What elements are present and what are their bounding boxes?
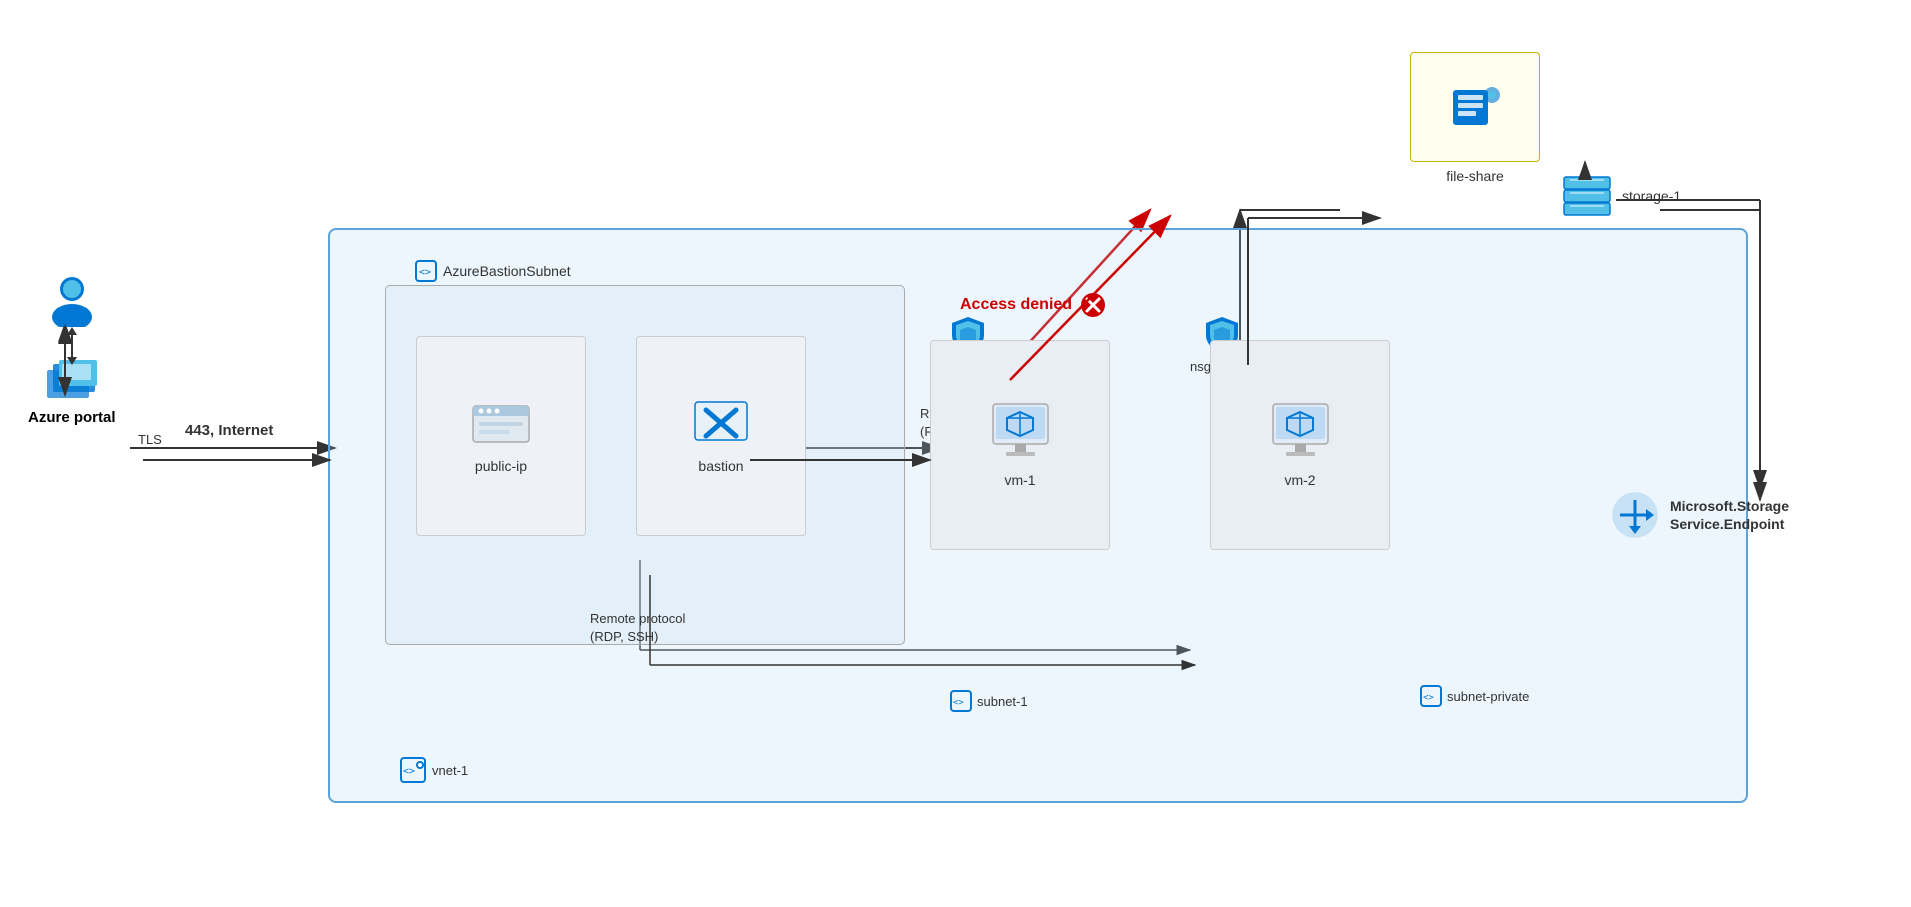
tls-label: TLS <box>138 432 162 447</box>
subnet-private-icon: <> <box>1420 685 1442 707</box>
subnet-private-label: subnet-private <box>1447 689 1529 704</box>
file-share-icon <box>1448 85 1503 130</box>
svg-text:<>: <> <box>403 766 415 777</box>
svg-text:<>: <> <box>953 698 964 708</box>
public-ip-box: public-ip <box>416 336 586 536</box>
service-endpoint-icon <box>1610 490 1660 540</box>
storage-section: storage-1 <box>1562 175 1681 217</box>
access-denied-section: Access denied <box>960 292 1106 318</box>
subnet-1-icon: <> <box>950 690 972 712</box>
vm-2-icon <box>1268 402 1333 462</box>
storage-label: storage-1 <box>1622 188 1681 204</box>
bastion-subnet-box: public-ip bastion <box>385 285 905 645</box>
file-share-box <box>1410 52 1540 162</box>
remote-protocol-label-2: Remote protocol (RDP, SSH) <box>590 610 685 646</box>
access-denied-label: Access denied <box>960 296 1072 314</box>
vm-2-label: vm-2 <box>1284 472 1315 488</box>
svg-text:<>: <> <box>1423 693 1434 703</box>
diagram-container: Azure portal TLS 443, Internet <> AzureB… <box>0 0 1911 907</box>
azure-portal-label: Azure portal <box>28 409 116 426</box>
vm-1-icon <box>988 402 1053 462</box>
public-ip-label: public-ip <box>475 458 527 474</box>
vnet-1-label: vnet-1 <box>432 763 468 778</box>
bastion-box: bastion <box>636 336 806 536</box>
azurebastion-subnet-icon: <> <box>415 260 437 282</box>
bastion-subnet-label: <> AzureBastionSubnet <box>415 260 571 282</box>
service-endpoint-label2: Service.Endpoint <box>1670 515 1789 533</box>
subnet-1-label: subnet-1 <box>977 694 1028 709</box>
bastion-label: bastion <box>698 458 743 474</box>
service-endpoint-label: Microsoft.Storage <box>1670 497 1789 515</box>
portal-icon <box>45 360 99 405</box>
vnet-1-section: <> vnet-1 <box>400 757 468 783</box>
subnet-1-section: <> subnet-1 <box>950 690 1028 712</box>
vnet-1-icon: <> <box>400 757 426 783</box>
bastion-icon <box>691 398 751 448</box>
connection-label: 443, Internet <box>185 422 273 439</box>
storage-icon <box>1562 175 1612 217</box>
vm-1-box: vm-1 <box>930 340 1110 550</box>
svg-text:<>: <> <box>419 267 431 278</box>
file-share-section: file-share <box>1410 52 1540 184</box>
subnet-private-section: <> subnet-private <box>1420 685 1529 707</box>
public-ip-icon <box>471 398 531 448</box>
vm-2-box: vm-2 <box>1210 340 1390 550</box>
vm-1-label: vm-1 <box>1004 472 1035 488</box>
file-share-label: file-share <box>1446 168 1504 184</box>
service-endpoint-section: Microsoft.Storage Service.Endpoint <box>1610 490 1789 540</box>
access-denied-icon <box>1080 292 1106 318</box>
person-icon <box>46 275 98 332</box>
azure-portal-section: Azure portal <box>28 275 116 426</box>
